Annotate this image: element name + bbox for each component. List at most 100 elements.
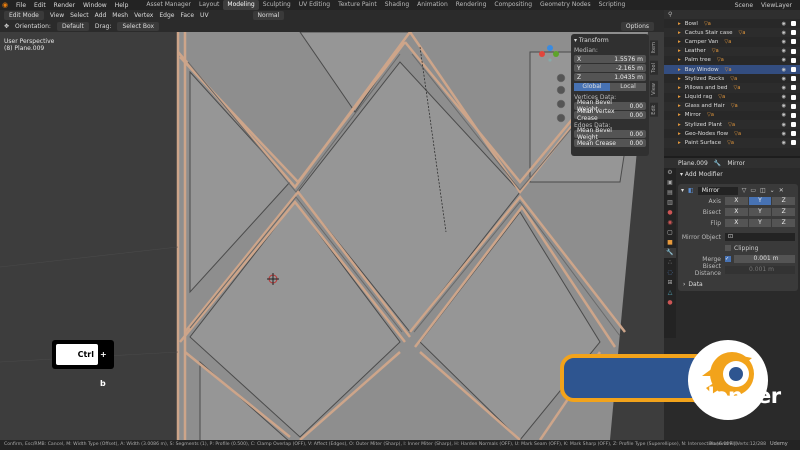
tab-sculpting[interactable]: Sculpting	[259, 0, 295, 10]
eye-icon[interactable]: ◉	[782, 21, 786, 27]
modifier-menu-icon[interactable]: ⌄	[770, 187, 775, 194]
eye-icon[interactable]: ◉	[782, 67, 786, 73]
outliner-item[interactable]: ▸ Bay Window ▽a ◉	[664, 64, 800, 75]
median-y-field[interactable]: Y -2.165 m	[574, 64, 646, 72]
material-tab-icon[interactable]: ●	[664, 298, 676, 308]
render-tab-icon[interactable]: ▣	[664, 178, 676, 188]
tab-geometry-nodes[interactable]: Geometry Nodes	[536, 0, 595, 10]
outliner-item[interactable]: ▸ Camper Van ▽a ◉	[664, 37, 800, 46]
exclude-checkbox[interactable]	[791, 66, 796, 72]
exclude-checkbox[interactable]	[791, 131, 796, 137]
eye-icon[interactable]: ◉	[782, 122, 786, 128]
axis-x-toggle[interactable]: X	[725, 197, 748, 205]
clipping-checkbox[interactable]	[725, 245, 731, 251]
world-tab-icon[interactable]: ◉	[664, 218, 676, 228]
menu-help[interactable]: Help	[115, 2, 129, 9]
merge-distance-field[interactable]: 0.001 m	[734, 255, 795, 263]
eye-icon[interactable]: ◉	[782, 85, 786, 91]
exclude-checkbox[interactable]	[791, 122, 796, 128]
eye-icon[interactable]: ◉	[782, 30, 786, 36]
tab-asset-manager[interactable]: Asset Manager	[142, 0, 195, 10]
exclude-checkbox[interactable]	[791, 140, 796, 146]
particles-tab-icon[interactable]: ∴	[664, 258, 676, 268]
exclude-checkbox[interactable]	[791, 21, 796, 26]
modifier-name-field[interactable]: Mirror	[697, 186, 738, 195]
menu-file[interactable]: File	[16, 2, 26, 9]
exclude-checkbox[interactable]	[791, 103, 796, 109]
mean-vertex-crease-field[interactable]: Mean Vertex Crease 0.00	[574, 108, 646, 122]
menu-edit[interactable]: Edit	[34, 2, 46, 9]
data-tab-icon[interactable]: △	[664, 288, 676, 298]
axis-y-toggle[interactable]: Y	[748, 197, 772, 205]
filter-icon[interactable]: ⚲	[668, 11, 672, 18]
collapse-arrow-icon[interactable]: ▾	[681, 187, 684, 194]
outliner-item[interactable]: ▸ Bowl ▽a ◉	[664, 19, 800, 28]
tab-scripting[interactable]: Scripting	[595, 0, 630, 10]
tab-tool[interactable]: Tool	[650, 61, 658, 76]
edge-bevel-weight-field[interactable]: Mean Bevel Weight 0.00	[574, 127, 646, 141]
eye-icon[interactable]: ◉	[782, 112, 786, 118]
local-button[interactable]: Local	[610, 83, 646, 91]
menu-face[interactable]: Face	[180, 12, 194, 19]
edit-mode-toggle-icon[interactable]: ▽	[742, 187, 747, 194]
bisect-y-toggle[interactable]: Y	[748, 208, 772, 216]
menu-mesh[interactable]: Mesh	[112, 12, 128, 19]
outliner-item[interactable]: ▸ Cactus Stair case ▽a ◉	[664, 28, 800, 38]
tab-compositing[interactable]: Compositing	[490, 0, 536, 10]
menu-select[interactable]: Select	[70, 12, 89, 19]
menu-view[interactable]: View	[50, 12, 64, 19]
flip-y-toggle[interactable]: Y	[748, 219, 772, 227]
orientation-dropdown[interactable]: Default	[56, 22, 89, 31]
eye-icon[interactable]: ◉	[782, 76, 786, 82]
eye-icon[interactable]: ◉	[782, 94, 786, 100]
render-toggle-icon[interactable]: ◫	[760, 187, 766, 194]
eye-icon[interactable]: ◉	[782, 131, 786, 137]
exclude-checkbox[interactable]	[791, 85, 796, 91]
options-dropdown[interactable]: Options	[620, 22, 654, 31]
menu-add[interactable]: Add	[95, 12, 107, 19]
tab-modeling[interactable]: Modeling	[223, 0, 259, 10]
data-subpanel[interactable]: › Data	[681, 279, 795, 289]
object-tab-icon[interactable]: ■	[664, 238, 676, 248]
menu-vertex[interactable]: Vertex	[134, 12, 153, 19]
merge-checkbox[interactable]: ✓	[725, 256, 731, 262]
outliner-item[interactable]: ▸ Glass and Hair ▽a ◉	[664, 101, 800, 111]
outliner-item[interactable]: ▸ Liquid rag ▽a ◉	[664, 93, 800, 102]
viewport-toggle-icon[interactable]: ▭	[750, 187, 756, 194]
outliner-item[interactable]: ▸ Geo-Nodes flow ▽a ◉	[664, 129, 800, 138]
physics-tab-icon[interactable]: ◌	[664, 268, 676, 278]
modifier-tab-icon[interactable]: 🔧	[664, 248, 676, 258]
tool-tab-icon[interactable]: ⚙	[664, 168, 676, 178]
tab-edit[interactable]: Edit	[650, 102, 658, 117]
menu-render[interactable]: Render	[54, 2, 75, 9]
drag-dropdown[interactable]: Select Box	[117, 22, 160, 31]
eye-icon[interactable]: ◉	[782, 39, 786, 45]
add-modifier-button[interactable]: ▾ Add Modifier	[678, 170, 798, 180]
tab-view[interactable]: View	[650, 81, 658, 97]
remove-modifier-icon[interactable]: ✕	[779, 187, 784, 194]
exclude-checkbox[interactable]	[791, 57, 796, 63]
flip-z-toggle[interactable]: Z	[772, 219, 796, 227]
collection-tab-icon[interactable]: ▢	[664, 228, 676, 238]
scene-tab-icon[interactable]: ●	[664, 208, 676, 218]
exclude-checkbox[interactable]	[791, 76, 796, 82]
tab-layout[interactable]: Layout	[195, 0, 223, 10]
exclude-checkbox[interactable]	[791, 94, 796, 100]
median-x-field[interactable]: X 1.5576 m	[574, 55, 646, 63]
flip-x-toggle[interactable]: X	[725, 219, 748, 227]
mode-dropdown[interactable]: Edit Mode	[4, 11, 44, 20]
eye-icon[interactable]: ◉	[782, 57, 786, 63]
exclude-checkbox[interactable]	[791, 30, 796, 36]
outliner-item[interactable]: ▸ Stylized Rocks ▽a ◉	[664, 74, 800, 83]
bisect-distance-field[interactable]: 0.001 m	[725, 266, 795, 274]
transform-title[interactable]: ▾ Transform	[574, 37, 646, 44]
outliner-item[interactable]: ▸ Pillows and bed ▽a ◉	[664, 83, 800, 93]
move-tool-icon[interactable]: ✥	[4, 23, 9, 30]
median-z-field[interactable]: Z 1.0435 m	[574, 73, 646, 81]
tab-item[interactable]: Item	[650, 40, 658, 56]
menu-uv[interactable]: UV	[200, 12, 209, 19]
outliner-item[interactable]: ▸ Stylized Plant ▽a ◉	[664, 120, 800, 130]
exclude-checkbox[interactable]	[791, 112, 796, 118]
exclude-checkbox[interactable]	[791, 48, 796, 54]
outliner-item[interactable]: ▸ Paint Surface ▽a ◉	[664, 138, 800, 148]
